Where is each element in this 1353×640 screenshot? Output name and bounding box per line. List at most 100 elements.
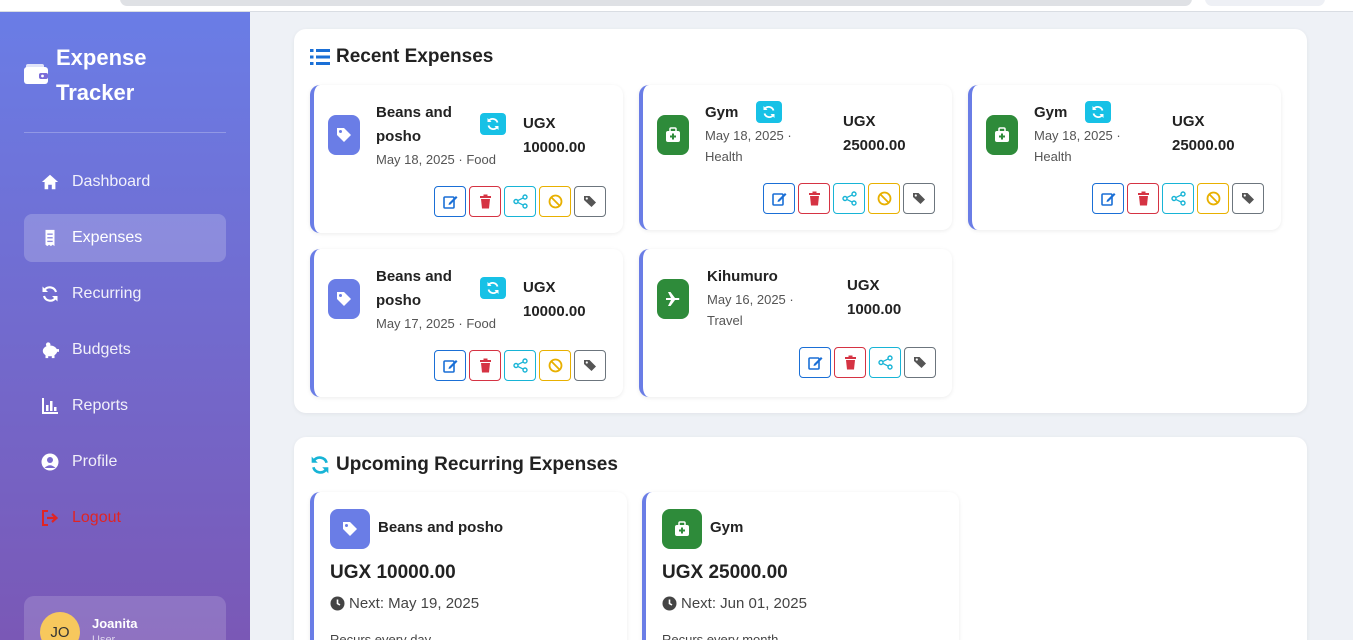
user-name: Joanita	[92, 616, 138, 631]
sidebar-item-label: Reports	[72, 397, 129, 414]
sidebar: Expense Tracker Dashboard Expenses Recur…	[0, 12, 250, 640]
edit-button[interactable]	[1092, 183, 1124, 214]
user-circle-icon	[40, 453, 60, 471]
delete-button[interactable]	[469, 186, 501, 217]
tags-button[interactable]	[903, 183, 935, 214]
brand[interactable]: Expense Tracker	[24, 40, 166, 110]
recurring-name: Beans and posho	[378, 519, 504, 536]
tags-icon	[583, 360, 596, 371]
share-button[interactable]	[504, 350, 536, 381]
delete-button[interactable]	[798, 183, 830, 214]
chart-icon	[40, 397, 60, 415]
user-card[interactable]: JO Joanita User	[24, 596, 226, 640]
sidebar-item-profile[interactable]: Profile	[24, 438, 226, 486]
expense-card[interactable]: Kihumuro May 16, 2025 · Travel UGX 1000.00	[639, 249, 952, 397]
medkit-icon	[657, 115, 689, 155]
expense-actions	[431, 186, 606, 217]
sidebar-item-expenses[interactable]: Expenses	[24, 214, 226, 262]
expense-card[interactable]: Gym May 18, 2025 · Health UGX 25000.00	[639, 85, 952, 230]
clock-icon	[330, 596, 345, 611]
share-button[interactable]	[504, 186, 536, 217]
ban-icon	[548, 358, 562, 373]
ban-icon	[877, 191, 891, 206]
expense-actions	[760, 183, 935, 214]
tags-button[interactable]	[904, 347, 936, 378]
tag-icon	[328, 279, 360, 319]
edit-button[interactable]	[434, 186, 466, 217]
edit-icon	[807, 357, 822, 370]
address-bar[interactable]	[120, 0, 1192, 6]
expense-card[interactable]: Beans and posho May 17, 2025 · Food UGX 10…	[310, 249, 623, 397]
expense-name: Beans and posho	[376, 268, 452, 309]
sidebar-item-recurring[interactable]: Recurring	[24, 270, 226, 318]
recurring-badge-icon	[480, 277, 506, 299]
recurring-amount: UGX 25000.00	[662, 562, 788, 583]
trash-icon	[808, 191, 820, 206]
expense-name: Gym	[705, 104, 739, 121]
upcoming-recurring-title: Upcoming Recurring Expenses	[336, 454, 618, 475]
sidebar-item-label: Expenses	[72, 229, 143, 246]
sidebar-item-label: Dashboard	[72, 173, 151, 190]
share-button[interactable]	[1162, 183, 1194, 214]
share-button[interactable]	[833, 183, 865, 214]
sidebar-divider	[24, 132, 226, 133]
recurring-name: Gym	[710, 519, 744, 536]
receipt-icon	[40, 229, 60, 247]
delete-button[interactable]	[834, 347, 866, 378]
sidebar-item-label: Profile	[72, 453, 118, 470]
recurring-next-date: Next: May 19, 2025	[330, 595, 479, 612]
trash-icon	[844, 355, 856, 370]
expense-actions	[1089, 183, 1264, 214]
skip-button[interactable]	[539, 350, 571, 381]
recurring-card[interactable]: Gym UGX 25000.00 Next: Jun 01, 2025 Recu…	[642, 492, 959, 640]
sidebar-item-dashboard[interactable]: Dashboard	[24, 158, 226, 206]
recurring-next-date: Next: Jun 01, 2025	[662, 595, 807, 612]
expense-name: Kihumuro	[707, 268, 778, 285]
logout-icon	[40, 509, 60, 527]
share-icon	[841, 191, 857, 206]
sidebar-item-logout[interactable]: Logout	[24, 494, 226, 542]
expense-card[interactable]: Gym May 18, 2025 · Health UGX 25000.00	[968, 85, 1281, 230]
plane-icon	[657, 279, 689, 319]
recurring-badge-icon	[1085, 101, 1111, 123]
expense-amount: UGX 25000.00	[1172, 113, 1235, 154]
delete-button[interactable]	[1127, 183, 1159, 214]
skip-button[interactable]	[539, 186, 571, 217]
expense-meta: May 18, 2025 · Health	[1034, 128, 1121, 164]
recent-expenses-panel: Recent Expenses Beans and posho May 18, 2…	[294, 29, 1307, 413]
expense-card[interactable]: Beans and posho May 18, 2025 · Food UGX 10…	[310, 85, 623, 233]
sidebar-item-reports[interactable]: Reports	[24, 382, 226, 430]
expense-actions	[431, 350, 606, 381]
tag-icon	[330, 509, 370, 549]
edit-icon	[442, 196, 457, 209]
delete-button[interactable]	[469, 350, 501, 381]
edit-icon	[442, 360, 457, 373]
expense-meta: May 16, 2025 · Travel	[707, 292, 794, 328]
tags-button[interactable]	[1232, 183, 1264, 214]
expense-amount: UGX 10000.00	[523, 115, 586, 156]
panel-title: Recent Expenses	[310, 46, 493, 68]
sidebar-nav: Dashboard Expenses Recurring Budgets Rep…	[24, 158, 226, 550]
skip-button[interactable]	[868, 183, 900, 214]
browser-button[interactable]	[1205, 0, 1325, 6]
share-button[interactable]	[869, 347, 901, 378]
expense-actions	[796, 347, 936, 378]
recurring-amount: UGX 10000.00	[330, 562, 456, 583]
edit-button[interactable]	[763, 183, 795, 214]
edit-button[interactable]	[799, 347, 831, 378]
sidebar-item-budgets[interactable]: Budgets	[24, 326, 226, 374]
tags-button[interactable]	[574, 186, 606, 217]
edit-button[interactable]	[434, 350, 466, 381]
share-icon	[1170, 191, 1186, 206]
list-icon	[310, 49, 330, 65]
skip-button[interactable]	[1197, 183, 1229, 214]
edit-icon	[771, 193, 786, 206]
expense-meta: May 18, 2025 · Health	[705, 128, 792, 164]
recurring-description: Recurs every month ...	[662, 632, 793, 640]
expense-name: Gym	[1034, 104, 1068, 121]
expense-amount: UGX 10000.00	[523, 279, 586, 320]
tags-icon	[583, 196, 596, 207]
tags-button[interactable]	[574, 350, 606, 381]
user-role: User	[92, 634, 116, 640]
recurring-card[interactable]: Beans and posho UGX 10000.00 Next: May 1…	[310, 492, 627, 640]
